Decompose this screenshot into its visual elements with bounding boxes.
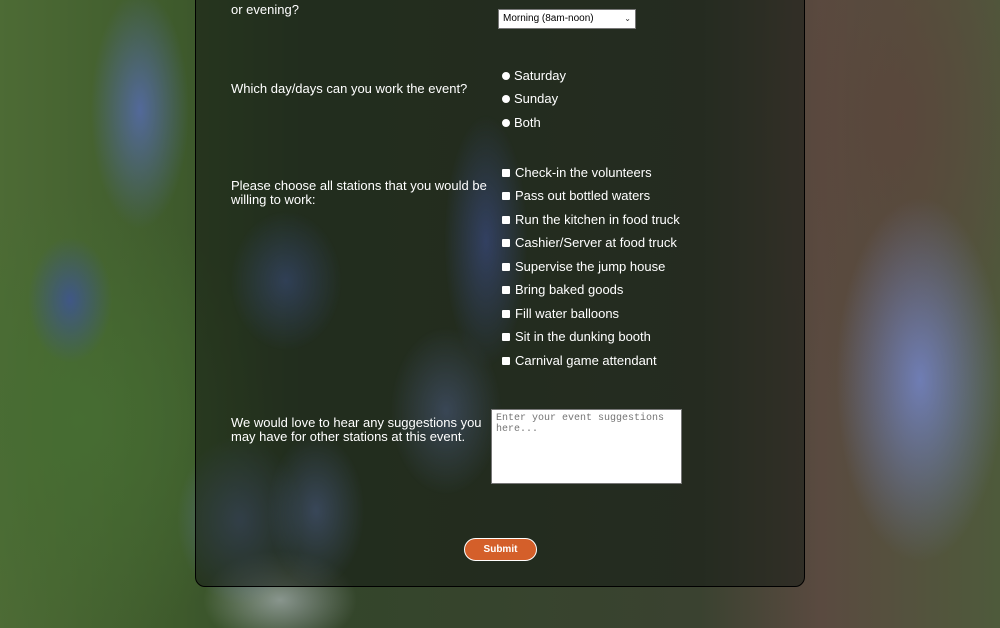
checkbox[interactable] [502,263,510,271]
form-panel: or evening? Morning (8am-noon) ⌄ Which d… [195,0,805,587]
day-question-text: Which day/days can you work the event? [231,81,468,96]
checkbox[interactable] [502,286,510,294]
station-option-label: Sit in the dunking booth [515,329,651,344]
day-option-sunday[interactable]: Sunday [502,92,558,106]
time-select[interactable]: Morning (8am-noon) ⌄ [498,9,636,29]
radio-button[interactable] [502,95,510,103]
day-option-both[interactable]: Both [502,116,541,130]
checkbox[interactable] [502,239,510,247]
station-option[interactable]: Cashier/Server at food truck [502,236,677,250]
radio-button[interactable] [502,72,510,80]
station-option-label: Cashier/Server at food truck [515,235,677,250]
checkbox[interactable] [502,357,510,365]
time-question-text: or evening? [231,2,299,17]
station-option-label: Check-in the volunteers [515,165,652,180]
station-option[interactable]: Fill water balloons [502,307,619,321]
station-option-label: Carnival game attendant [515,353,657,368]
checkbox[interactable] [502,310,510,318]
time-select-value: Morning (8am-noon) [503,13,594,24]
checkbox[interactable] [502,192,510,200]
station-option[interactable]: Pass out bottled waters [502,189,650,203]
station-option-label: Fill water balloons [515,306,620,321]
submit-button[interactable]: Submit [464,538,537,561]
station-option[interactable]: Run the kitchen in food truck [502,213,680,227]
suggestion-question-text: We would love to hear any suggestions yo… [231,416,482,444]
checkbox[interactable] [502,333,510,341]
station-option[interactable]: Carnival game attendant [502,354,657,368]
station-option-label: Pass out bottled waters [515,188,651,203]
day-option-label: Saturday [514,68,567,83]
station-option-label: Run the kitchen in food truck [515,212,680,227]
station-option[interactable]: Bring baked goods [502,283,623,297]
station-question-line: Please choose all stations that you woul… [231,178,487,193]
chevron-down-icon: ⌄ [624,14,631,23]
checkbox[interactable] [502,216,510,224]
station-option[interactable]: Check-in the volunteers [502,166,652,180]
station-question-text: Please choose all stations that you woul… [231,179,487,207]
station-option-label: Bring baked goods [515,282,624,297]
day-option-saturday[interactable]: Saturday [502,69,566,83]
suggestion-question-line: may have for other stations at this even… [231,429,466,444]
station-option[interactable]: Sit in the dunking booth [502,330,651,344]
day-option-label: Sunday [514,91,559,106]
station-option[interactable]: Supervise the jump house [502,260,665,274]
day-option-label: Both [514,115,541,130]
suggestions-textarea[interactable] [491,409,682,484]
station-option-label: Supervise the jump house [515,259,666,274]
radio-button[interactable] [502,119,510,127]
checkbox[interactable] [502,169,510,177]
suggestion-question-line: We would love to hear any suggestions yo… [231,415,482,430]
station-question-line: willing to work: [231,192,316,207]
